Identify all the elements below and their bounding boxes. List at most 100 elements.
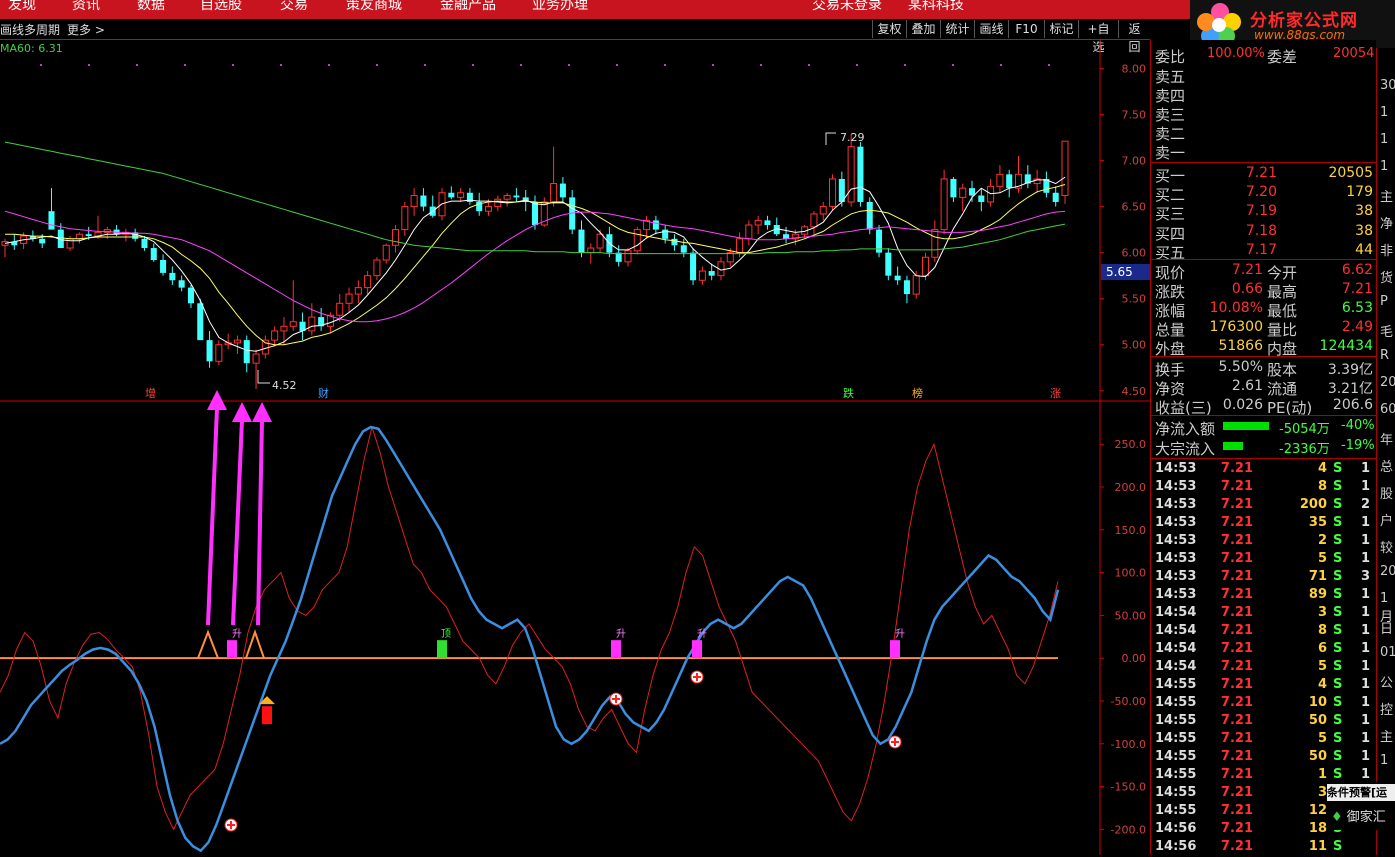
quote-stat-row: 涨跌 0.66 最高 7.21: [1151, 281, 1376, 301]
tick-time: 14:53: [1155, 515, 1197, 530]
tick-row: 14:56 7.21 11 S: [1151, 839, 1376, 857]
menu-item[interactable]: 交易未登录: [812, 0, 882, 14]
back-button[interactable]: 返回: [1118, 20, 1150, 54]
signal-bar: [611, 640, 621, 659]
tick-count: 1: [1361, 641, 1371, 656]
sell-row[interactable]: 卖二: [1151, 123, 1376, 143]
candle-body: [513, 195, 520, 198]
tick-volume: 1: [1317, 767, 1327, 782]
signal-label: 增: [145, 386, 156, 400]
menu-item[interactable]: 某科科技: [908, 0, 964, 14]
kline-chart[interactable]: 8.00 7.50 7.00 6.50 6.00 5.50 5.00 4.50 250.0 200…: [0, 40, 1150, 855]
menu-item[interactable]: 交易: [280, 0, 308, 14]
buy-level-row[interactable]: 买二 7.20 179: [1151, 184, 1376, 204]
tick-side: S: [1333, 839, 1343, 854]
signal-bar-red: [262, 706, 272, 725]
tick-row: 14:54 7.21 5 S 1: [1151, 659, 1376, 677]
tick-time: 14:53: [1155, 497, 1197, 512]
tick-row: 14:55 7.21 50 S 1: [1151, 713, 1376, 731]
stat-value: 2.61: [1231, 378, 1263, 394]
toolbar-multi-period[interactable]: 多周期: [24, 21, 60, 38]
menu-item[interactable]: 发现: [8, 0, 36, 14]
arrow-up-icon: [207, 390, 227, 410]
sell-row[interactable]: 卖一: [1151, 142, 1376, 162]
menu-item[interactable]: 自选股: [200, 0, 242, 14]
low-price-annotation: 4.52: [272, 379, 297, 392]
overlay-button[interactable]: 叠加: [906, 20, 940, 38]
tick-time: 14:54: [1155, 623, 1197, 638]
stat-value: 0.026: [1222, 397, 1263, 413]
draw-line-button[interactable]: 画线: [974, 20, 1008, 38]
top-dot-mark: [904, 64, 906, 66]
add-watchlist-button[interactable]: +自选: [1078, 20, 1118, 54]
price-tick-label: 5.00: [1122, 339, 1147, 352]
stat-value: 7.21: [1341, 281, 1373, 297]
tick-side: S: [1333, 569, 1343, 584]
candle-body: [931, 229, 939, 258]
alert-item[interactable]: ♦ 御家汇: [1331, 806, 1386, 825]
stat-value: 5.50%: [1218, 359, 1263, 375]
tick-count: 1: [1361, 533, 1371, 548]
tick-count: 1: [1361, 677, 1371, 692]
tick-row: 14:53 7.21 71 S 3: [1151, 569, 1376, 587]
tick-volume: 200: [1299, 497, 1327, 512]
candle-body: [373, 259, 381, 277]
side-info-char: 毛: [1380, 325, 1394, 340]
tick-price: 7.21: [1220, 569, 1253, 584]
stat-value: 7.21: [1231, 262, 1263, 278]
buy-level-row[interactable]: 买一 7.21 20505: [1151, 165, 1376, 185]
buy-level-row[interactable]: 买四 7.18 38: [1151, 223, 1376, 243]
menu-item[interactable]: 业务办理: [532, 0, 588, 14]
signal-label: 财: [318, 386, 329, 400]
buy-level-row[interactable]: 买三 7.19 38: [1151, 203, 1376, 223]
top-dot-mark: [616, 64, 618, 66]
tick-side: S: [1333, 515, 1343, 530]
tick-price: 7.21: [1220, 587, 1253, 602]
stat-label: 量比: [1267, 321, 1298, 339]
tick-side: S: [1333, 551, 1343, 566]
condition-alert-box[interactable]: 条件预警[运 ♦ 御家汇: [1327, 782, 1395, 830]
sell-row[interactable]: 卖三: [1151, 104, 1376, 124]
stats-button[interactable]: 统计: [940, 20, 974, 38]
tick-time: 14:53: [1155, 569, 1197, 584]
buy-level-row[interactable]: 买五 7.17 44: [1151, 242, 1376, 262]
sell-row[interactable]: 卖四: [1151, 85, 1376, 105]
mark-button[interactable]: 标记: [1044, 20, 1078, 38]
top-dot-mark: [520, 64, 522, 66]
menu-item[interactable]: 金融产品: [440, 0, 496, 14]
tick-row: 14:53 7.21 200 S 2: [1151, 497, 1376, 515]
candle-body: [652, 220, 659, 230]
candle-body: [401, 206, 409, 231]
osc-tick-label: 100.0: [1115, 567, 1147, 580]
tick-price: 7.21: [1220, 497, 1253, 512]
top-dot-mark: [1048, 64, 1050, 66]
stat-value: 10.08%: [1209, 300, 1263, 316]
buy-level-price: 7.19: [1245, 203, 1277, 220]
tick-side: S: [1333, 623, 1343, 638]
sell-label: 卖二: [1155, 125, 1186, 143]
menu-item[interactable]: 策友商城: [346, 0, 402, 14]
sell-row[interactable]: 卖五: [1151, 66, 1376, 86]
fuquan-button[interactable]: 复权: [872, 20, 906, 38]
tick-volume: 18: [1308, 821, 1327, 836]
flow-row: 大宗流入 -2336万 -19%: [1151, 438, 1376, 458]
toolbar-draw[interactable]: 画线: [0, 21, 24, 38]
menu-item[interactable]: 数据: [137, 0, 165, 14]
tick-count: 1: [1361, 767, 1371, 782]
osc-tick-label: -100.0: [1111, 738, 1146, 751]
side-info-char: R: [1380, 348, 1390, 363]
osc-mark: 升: [895, 628, 905, 640]
osc-tick-label: -200.0: [1111, 823, 1146, 836]
side-info-char: P: [1380, 294, 1388, 309]
tick-count: 1: [1361, 551, 1371, 566]
menu-item[interactable]: 资讯: [72, 0, 100, 14]
candle-body: [354, 287, 362, 295]
tick-volume: 89: [1308, 587, 1327, 602]
tick-price: 7.21: [1220, 461, 1253, 476]
tick-row: 14:53 7.21 35 S 1: [1151, 515, 1376, 533]
toolbar-more[interactable]: 更多 >: [67, 21, 105, 38]
top-dot-mark: [376, 64, 378, 66]
ma60-label: MA60: 6.31: [0, 42, 63, 55]
quote-panel: 委比 100.00% 委差 20054 卖五 卖四 卖三 卖二 卖一 买一 7.2…: [1150, 40, 1376, 855]
f10-button[interactable]: F10: [1008, 20, 1044, 38]
